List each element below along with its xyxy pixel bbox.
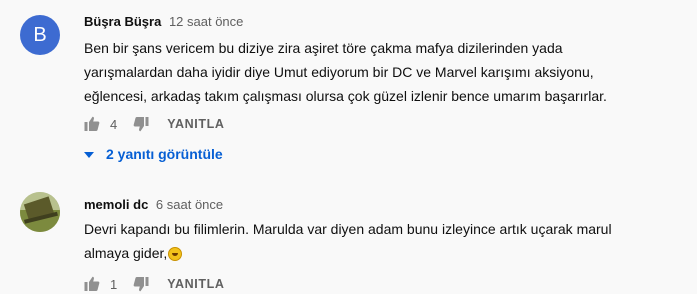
comment-time[interactable]: 12 saat önce [169,14,243,29]
reply-button[interactable]: YANITLA [167,117,224,131]
avatar-photo [20,192,60,232]
comment-header: Büşra Büşra 12 saat önce [84,14,243,29]
comment-line: Ben bir şans vericem bu diziye zira aşir… [84,40,563,56]
avatar[interactable]: B [20,15,60,55]
comment-line: almaya gider, [84,245,168,261]
laughing-emoji-icon [168,247,183,262]
thumbs-up-icon[interactable] [82,114,102,134]
comment-text: Devri kapandı bu filimlerin. Marulda var… [84,217,612,265]
thumbs-down-icon[interactable] [131,114,151,134]
reply-button[interactable]: YANITLA [167,277,224,291]
comment-line: yarışmalardan daha iyidir diye Umut ediy… [84,64,594,80]
comment-line: Devri kapandı bu filimlerin. Marulda var… [84,221,612,237]
chevron-down-icon [84,146,94,162]
comment-actions: 4 YANITLA [82,114,224,134]
view-replies-button[interactable]: 2 yanıtı görüntüle [84,146,223,162]
like-count: 1 [110,276,118,292]
comment-line: eğlencesi, arkadaş takım çalışması olurs… [84,88,607,104]
thumbs-up-icon[interactable] [82,274,102,294]
view-replies-label: 2 yanıtı görüntüle [106,146,223,162]
comment-actions: 1 YANITLA [82,274,224,294]
comment-line-last: almaya gider, [84,241,612,265]
comment-time[interactable]: 6 saat önce [156,197,223,212]
author-name[interactable]: memoli dc [84,197,148,212]
like-count: 4 [110,116,118,132]
author-name[interactable]: Büşra Büşra [84,14,161,29]
comment-text: Ben bir şans vericem bu diziye zira aşir… [84,36,607,108]
thumbs-down-icon[interactable] [131,274,151,294]
avatar-letter: B [33,23,47,46]
comment-header: memoli dc 6 saat önce [84,197,223,212]
avatar[interactable] [20,192,60,232]
